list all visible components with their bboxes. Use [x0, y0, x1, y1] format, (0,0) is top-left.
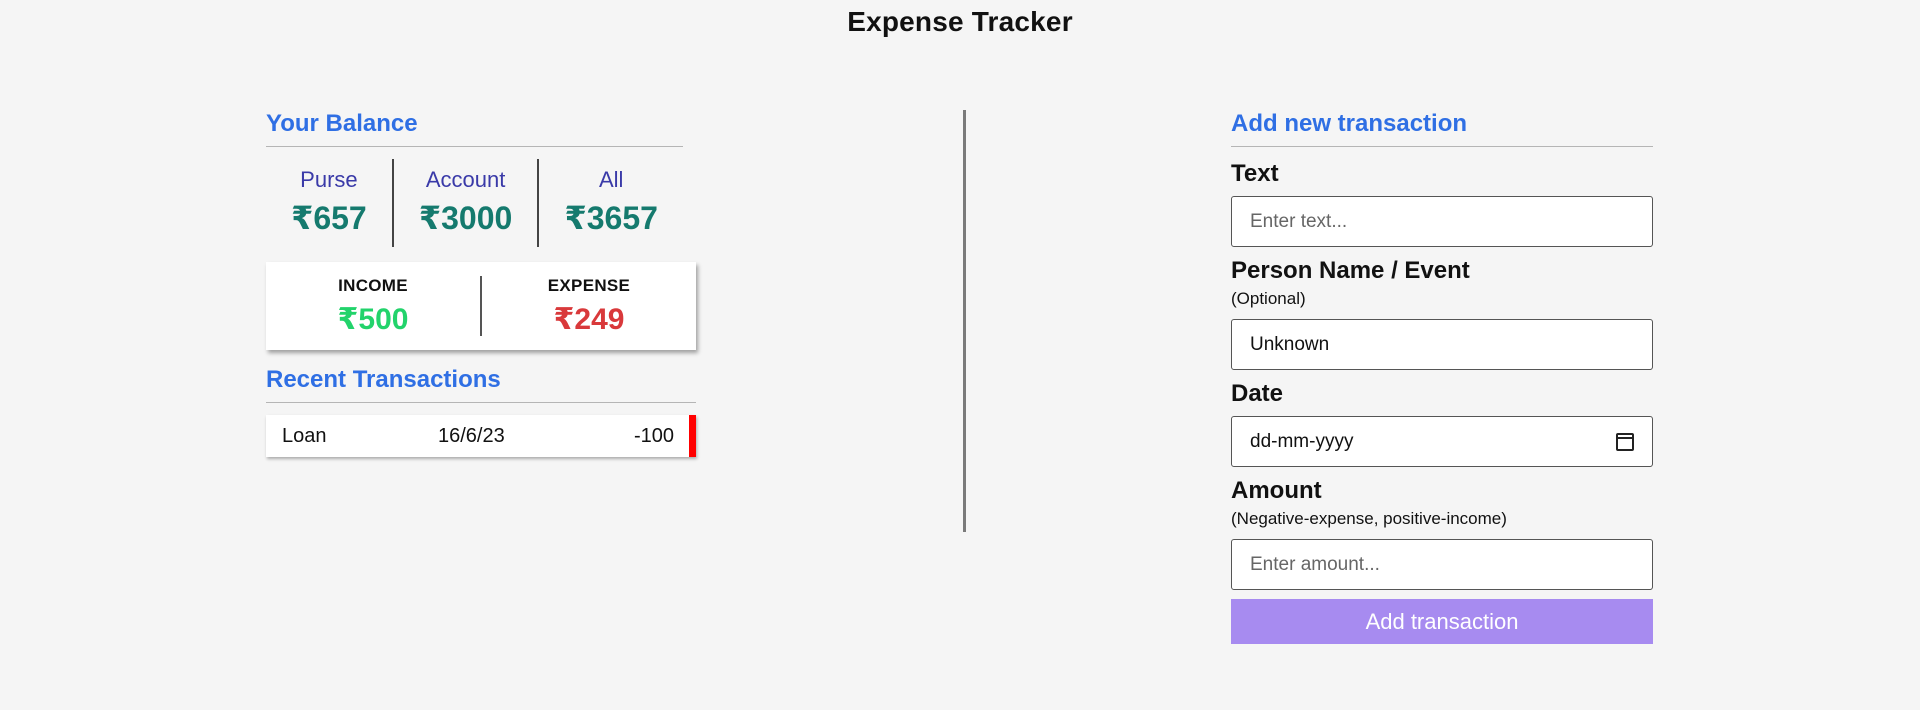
all-amount: ₹3657: [564, 200, 658, 236]
column-divider: [963, 110, 966, 532]
transaction-list: Loan 16/6/23 -100: [266, 415, 696, 457]
person-input[interactable]: Unknown: [1231, 319, 1653, 370]
amount-input-placeholder: Enter amount...: [1250, 553, 1380, 575]
text-label: Text: [1231, 160, 1279, 187]
purse-label: Purse: [300, 167, 358, 192]
calendar-icon[interactable]: [1616, 432, 1634, 451]
transaction-text: Loan: [282, 424, 327, 447]
balance-row: Purse ₹657 Account ₹3000 All ₹3657: [266, 159, 683, 247]
expense-summary: EXPENSE ₹249: [482, 276, 696, 337]
all-label: All: [598, 167, 624, 192]
add-transaction-form: Text Enter text... Person Name / Event (…: [1231, 160, 1653, 644]
recent-transactions-heading: Recent Transactions: [266, 366, 501, 393]
person-hint: (Optional): [1231, 289, 1306, 308]
income-label: INCOME: [338, 275, 408, 295]
person-input-value: Unknown: [1250, 333, 1330, 355]
text-input[interactable]: Enter text...: [1231, 196, 1653, 247]
recent-section-header: Recent Transactions: [266, 366, 696, 403]
balance-section-header: Your Balance: [266, 110, 683, 147]
recent-heading-divider: [266, 402, 696, 403]
expense-amount: ₹249: [553, 302, 625, 336]
income-expense-card: INCOME ₹500 EXPENSE ₹249: [266, 262, 696, 350]
add-transaction-heading: Add new transaction: [1231, 110, 1468, 137]
form-heading-divider: [1231, 146, 1653, 147]
form-section-header: Add new transaction: [1231, 110, 1653, 147]
account-label: Account: [425, 167, 506, 192]
text-input-placeholder: Enter text...: [1250, 210, 1348, 232]
transaction-date: 16/6/23: [438, 424, 505, 447]
expense-label: EXPENSE: [547, 275, 631, 295]
date-input-placeholder: dd-mm-yyyy: [1250, 430, 1354, 452]
income-summary: INCOME ₹500: [266, 276, 480, 337]
amount-label: Amount: [1231, 477, 1322, 504]
all-balance: All ₹3657: [539, 159, 683, 247]
account-balance: Account ₹3000: [394, 159, 538, 247]
balance-heading-divider: [266, 146, 683, 147]
add-transaction-button[interactable]: Add transaction: [1231, 599, 1653, 644]
transaction-type-indicator: [689, 415, 696, 457]
person-label: Person Name / Event: [1231, 257, 1470, 284]
account-amount: ₹3000: [418, 200, 513, 236]
amount-hint: (Negative-expense, positive-income): [1231, 509, 1507, 528]
app-title: Expense Tracker: [847, 6, 1073, 37]
transaction-amount: -100: [633, 424, 674, 447]
date-label: Date: [1231, 380, 1284, 407]
balance-heading: Your Balance: [266, 110, 418, 137]
purse-balance: Purse ₹657: [266, 159, 392, 247]
amount-input[interactable]: Enter amount...: [1231, 539, 1653, 590]
income-amount: ₹500: [337, 302, 409, 336]
transaction-item[interactable]: Loan 16/6/23 -100: [266, 415, 696, 457]
purse-amount: ₹657: [291, 200, 367, 236]
date-input[interactable]: dd-mm-yyyy: [1231, 416, 1653, 467]
